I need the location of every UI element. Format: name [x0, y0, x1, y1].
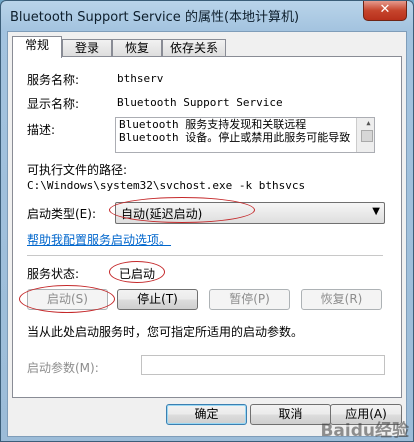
tab-general[interactable]: 常规 — [12, 36, 62, 58]
service-status-label: 服务状态: — [27, 267, 80, 281]
exe-path-label: 可执行文件的路径: — [27, 163, 128, 177]
chevron-down-icon: ▼ — [372, 206, 380, 217]
close-button[interactable]: ✕ — [363, 1, 407, 21]
tab-dependencies[interactable]: 依存关系 — [162, 39, 226, 57]
general-panel: 服务名称: bthserv 显示名称: Bluetooth Support Se… — [12, 56, 402, 398]
display-name-label: 显示名称: — [27, 97, 80, 111]
description-line: Bluetooth 服务支持发现和关联远程 — [119, 118, 307, 131]
watermark: Baidu经验 — [320, 421, 409, 441]
pause-button[interactable]: 暂停(P) — [209, 289, 290, 310]
title-bar[interactable]: Bluetooth Support Service 的属性(本地计算机) ✕ — [1, 1, 413, 31]
description-line: Bluetooth 设备。停止或禁用此服务可能导致 — [119, 131, 351, 144]
highlight-oval-status — [109, 261, 165, 283]
tab-recovery[interactable]: 恢复 — [112, 39, 162, 57]
startup-type-label: 启动类型(E): — [27, 207, 96, 221]
scroll-up-icon[interactable]: ▲ — [360, 118, 374, 129]
display-name-value: Bluetooth Support Service — [117, 96, 283, 109]
dialog-client: 常规 登录 恢复 依存关系 服务名称: bthserv 显示名称: Blueto… — [7, 31, 407, 437]
service-name-value: bthserv — [117, 72, 164, 85]
description-scrollbar[interactable]: ▲ — [356, 118, 374, 152]
resume-button[interactable]: 恢复(R) — [301, 289, 382, 310]
service-name-label: 服务名称: — [27, 73, 80, 87]
properties-window: Bluetooth Support Service 的属性(本地计算机) ✕ 常… — [0, 0, 414, 442]
divider — [27, 255, 383, 256]
tab-logon[interactable]: 登录 — [62, 39, 112, 57]
highlight-oval-startup — [109, 197, 255, 223]
start-params-input[interactable] — [141, 355, 385, 375]
ok-button[interactable]: 确定 — [166, 404, 247, 425]
close-icon: ✕ — [379, 2, 391, 17]
start-params-label: 启动参数(M): — [27, 361, 99, 375]
cancel-button[interactable]: 取消 — [250, 404, 331, 425]
description-label: 描述: — [27, 123, 56, 137]
exe-path-value: C:\Windows\system32\svchost.exe -k bthsv… — [27, 179, 306, 192]
window-title: Bluetooth Support Service 的属性(本地计算机) — [10, 10, 300, 25]
help-configure-link[interactable]: 帮助我配置服务启动选项。 — [27, 231, 171, 248]
start-params-hint: 当从此处启动服务时，您可指定所适用的启动参数。 — [27, 325, 304, 339]
scroll-thumb[interactable] — [361, 130, 373, 142]
highlight-oval-start — [19, 285, 115, 313]
description-box[interactable]: Bluetooth 服务支持发现和关联远程 Bluetooth 设备。停止或禁用… — [115, 117, 375, 153]
stop-button[interactable]: 停止(T) — [117, 289, 198, 310]
